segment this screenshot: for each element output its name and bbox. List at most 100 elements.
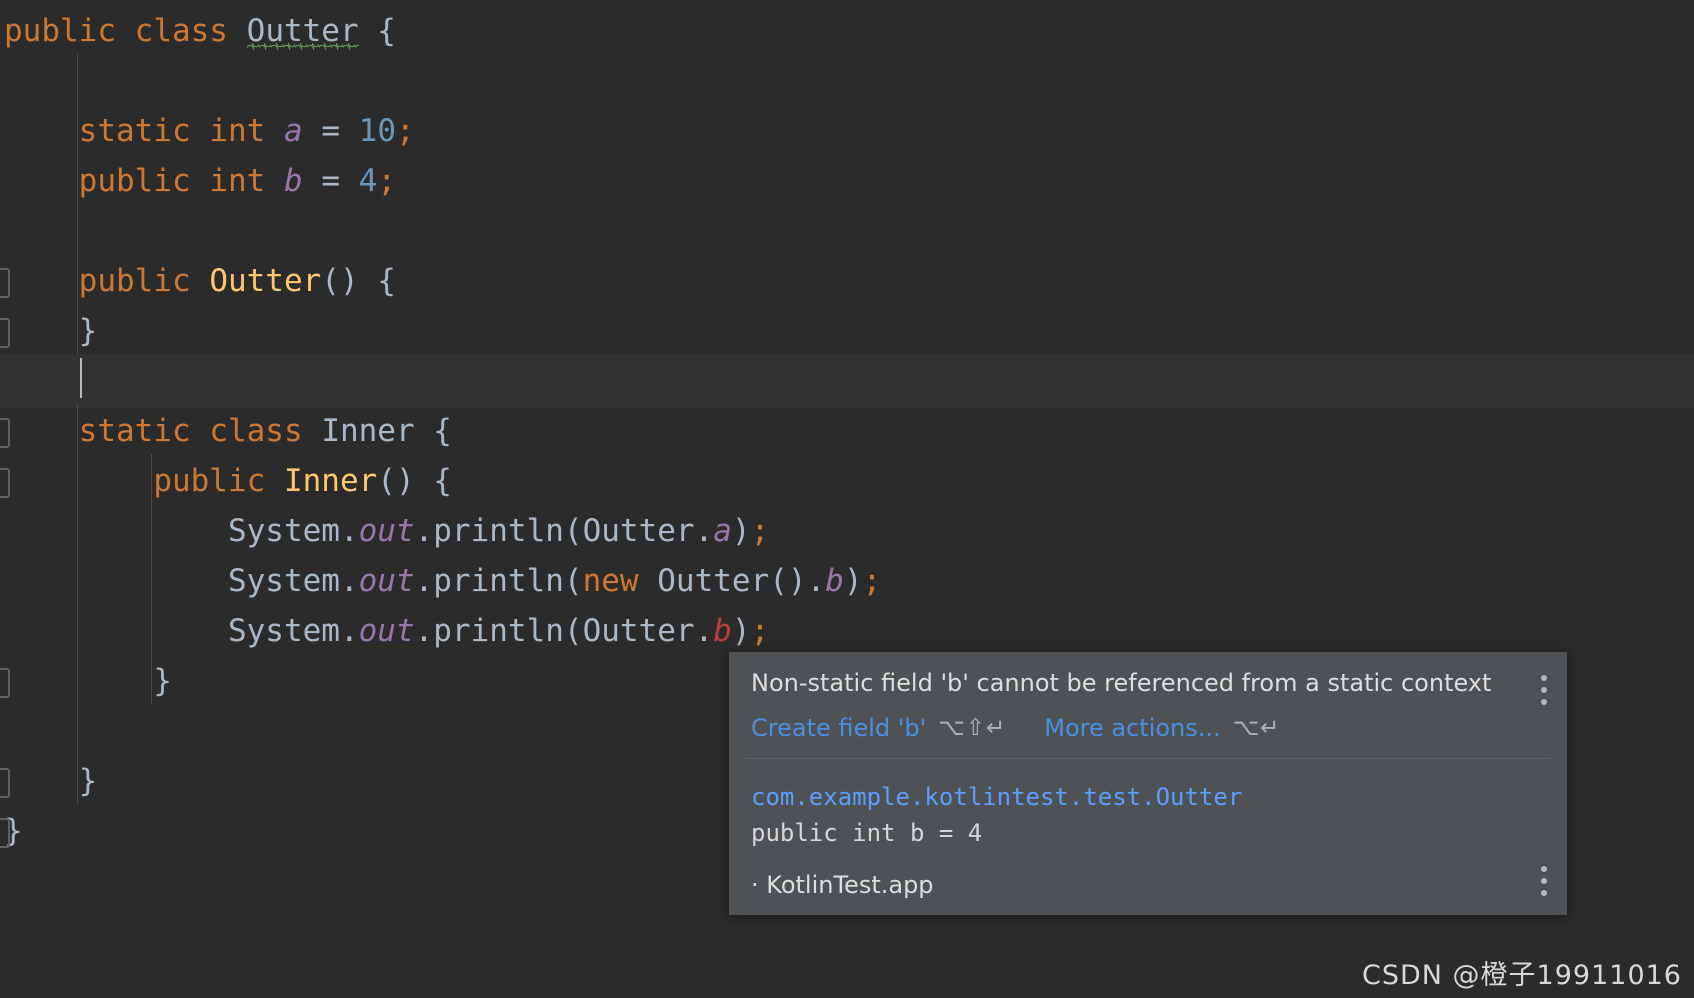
kebab-dot — [1541, 878, 1547, 884]
code-token: public — [4, 13, 116, 49]
code-line[interactable] — [0, 54, 1694, 108]
code-fold-marker[interactable] — [0, 768, 10, 798]
popup-action-row: Create field 'b' ⌥⇧↵ More actions... ⌥↵ — [751, 714, 1545, 742]
code-token: .println( — [414, 563, 583, 599]
more-actions-shortcut: ⌥↵ — [1232, 715, 1281, 741]
code-token: Inner — [283, 463, 378, 499]
code-line[interactable]: public int b = 4; — [0, 154, 1694, 208]
popup-documentation-section: com.example.kotlintest.test.Outter publi… — [729, 759, 1567, 861]
code-token: ) — [731, 613, 751, 649]
code-fold-marker[interactable] — [0, 418, 10, 448]
code-line-text: System.out.println(Outter.b); — [0, 613, 769, 649]
code-line-text: static int a = 10; — [0, 113, 415, 149]
code-line-text: static class Inner { — [0, 413, 452, 449]
code-line[interactable]: public class Outter { — [0, 4, 1694, 58]
kebab-dot — [1541, 866, 1547, 872]
code-line[interactable]: static class Inner { — [0, 404, 1694, 458]
code-line[interactable]: } — [0, 304, 1694, 358]
code-token: System. — [4, 563, 359, 599]
create-field-shortcut: ⌥⇧↵ — [938, 715, 1007, 741]
code-token: public — [78, 263, 191, 299]
code-line[interactable] — [0, 354, 1694, 408]
code-token: } — [4, 763, 98, 799]
code-token: b — [713, 613, 732, 649]
more-actions-action[interactable]: More actions... — [1044, 714, 1220, 742]
code-fold-marker[interactable] — [0, 668, 10, 698]
indent-guide — [77, 404, 78, 804]
csdn-watermark: CSDN @橙子19911016 — [1362, 960, 1682, 991]
code-token: a — [283, 113, 303, 149]
code-token: ; — [750, 513, 770, 549]
code-token: a — [713, 513, 732, 549]
code-token: static — [78, 113, 191, 149]
popup-header-section: Non-static field 'b' cannot be reference… — [729, 652, 1567, 758]
quick-fix-popup[interactable]: Non-static field 'b' cannot be reference… — [729, 652, 1567, 915]
code-fold-marker[interactable] — [0, 268, 10, 298]
kebab-dot — [1541, 890, 1547, 896]
code-line-text: } — [0, 763, 98, 799]
code-token: .println(Outter. — [414, 613, 714, 649]
doc-signature: public int b = 4 — [751, 819, 983, 847]
code-line[interactable]: public Inner() { — [0, 454, 1694, 508]
code-line-text: public Outter() { — [0, 263, 396, 299]
code-token: public — [78, 163, 191, 199]
indent-guide — [77, 54, 78, 354]
create-field-action[interactable]: Create field 'b' — [751, 714, 926, 742]
code-token: 10 — [358, 113, 396, 149]
code-line[interactable]: static int a = 10; — [0, 104, 1694, 158]
doc-fully-qualified-name[interactable]: com.example.kotlintest.test.Outter — [751, 781, 1545, 813]
code-token: class — [209, 413, 303, 449]
code-line-text: public Inner() { — [0, 463, 452, 499]
code-token: out — [358, 513, 415, 549]
code-token: System. — [4, 513, 359, 549]
code-line[interactable]: public Outter() { — [0, 254, 1694, 308]
code-token: class — [134, 13, 228, 49]
code-line[interactable]: System.out.println(Outter.a); — [0, 504, 1694, 558]
code-fold-marker[interactable] — [0, 318, 10, 348]
code-token: ; — [377, 163, 396, 199]
inspection-message: Non-static field 'b' cannot be reference… — [751, 669, 1492, 697]
code-line-text: } — [0, 663, 172, 699]
code-token: out — [358, 613, 415, 649]
code-token: new — [582, 563, 639, 599]
code-token: Outter — [209, 263, 322, 299]
code-token: () { — [321, 263, 396, 299]
code-line[interactable]: System.out.println(Outter.b); — [0, 604, 1694, 658]
kebab-dot — [1541, 687, 1547, 693]
code-token: () { — [377, 463, 452, 499]
code-fold-marker[interactable] — [0, 818, 10, 848]
indent-guide — [151, 454, 152, 704]
code-token: b — [283, 163, 303, 199]
popup-footer-section: · KotlinTest.app — [729, 861, 1567, 915]
module-name: KotlinTest.app — [766, 871, 934, 899]
kebab-dot — [1541, 675, 1547, 681]
code-token: ) — [843, 563, 863, 599]
code-token: int — [209, 163, 266, 199]
code-line[interactable] — [0, 204, 1694, 258]
footer-options-kebab-icon[interactable] — [1533, 857, 1555, 905]
code-token: 4 — [358, 163, 378, 199]
code-fold-marker[interactable] — [0, 468, 10, 498]
code-token: out — [358, 563, 415, 599]
code-token: public — [153, 463, 266, 499]
code-line-text: public class Outter { — [0, 13, 396, 50]
code-token: ; — [750, 613, 770, 649]
code-token: { — [358, 13, 396, 49]
code-token: Outter — [246, 4, 359, 58]
more-options-kebab-icon[interactable] — [1533, 666, 1555, 714]
code-token: .println(Outter. — [414, 513, 714, 549]
code-token: Outter(). — [638, 563, 826, 599]
code-line-text: System.out.println(new Outter().b); — [0, 563, 881, 599]
code-line[interactable]: System.out.println(new Outter().b); — [0, 554, 1694, 608]
